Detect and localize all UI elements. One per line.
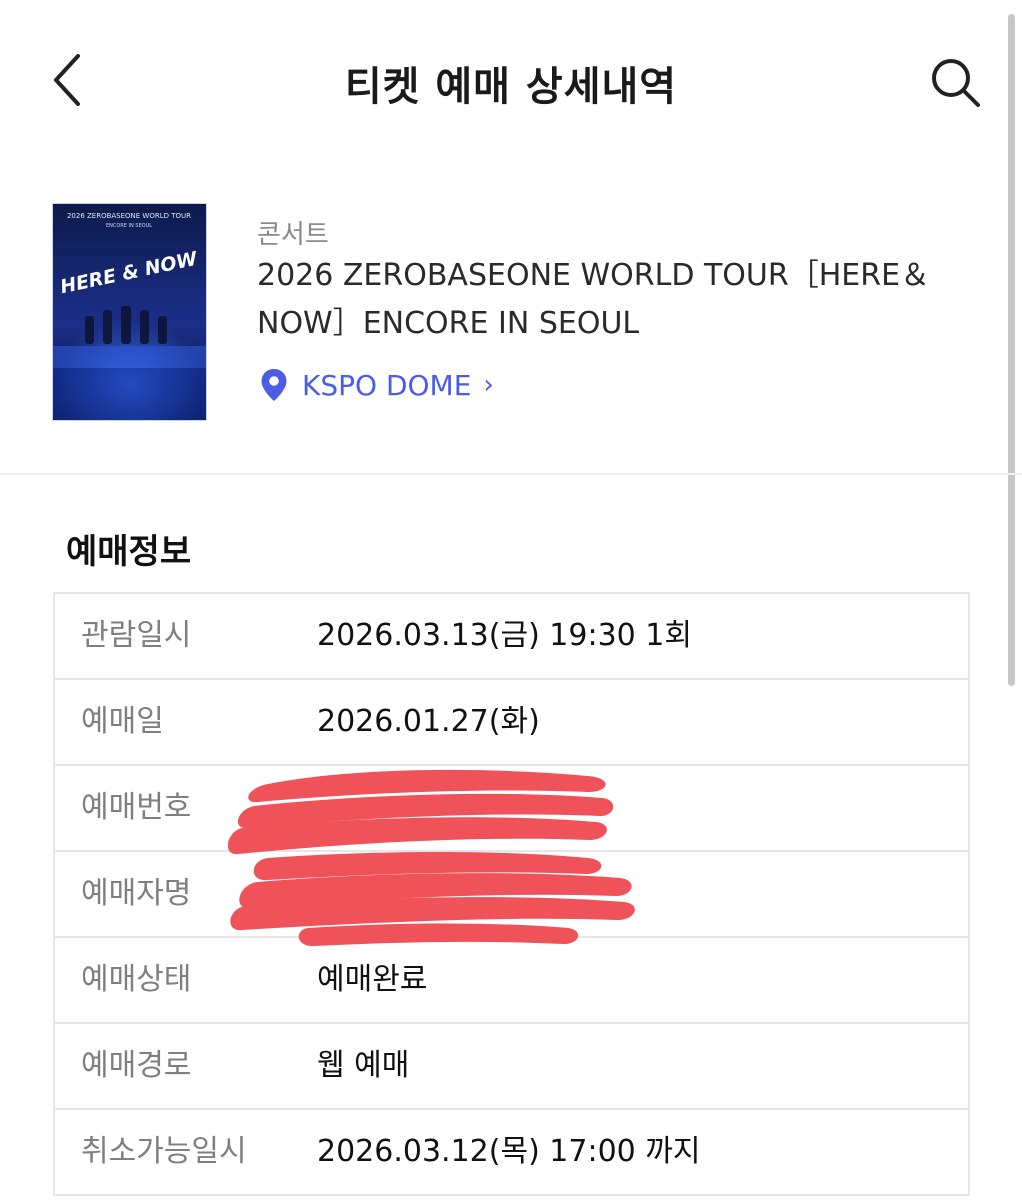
venue-name: KSPO DOME bbox=[302, 368, 472, 402]
page-title: 티켓 예매 상세내역 bbox=[344, 64, 678, 110]
row-value-view-datetime: 2026.03.13(금) 19:30 1회 bbox=[317, 618, 692, 653]
row-label-view-datetime: 관람일시 bbox=[81, 618, 192, 653]
table-row: 예매일 2026.01.27(화) bbox=[55, 680, 968, 766]
booking-info-title: 예매정보 bbox=[66, 532, 192, 572]
event-title: 2026 ZEROBASEONE WORLD TOUR［HERE＆NOW］ENC… bbox=[257, 258, 931, 341]
ticket-detail-page: 티켓 예매 상세내역 2026 ZEROBASEONE WORLD TOUR E… bbox=[0, 0, 1022, 1200]
poster-subheader-text: ENCORE IN SEOUL bbox=[106, 223, 152, 229]
table-row: 취소가능일시 2026.03.12(목) 17:00 까지 bbox=[55, 1110, 968, 1196]
location-pin-icon bbox=[261, 369, 287, 401]
poster-header-text: 2026 ZEROBASEONE WORLD TOUR bbox=[67, 212, 191, 220]
search-icon bbox=[932, 59, 980, 107]
row-value-cancel-deadline: 2026.03.12(목) 17:00 까지 bbox=[317, 1134, 701, 1169]
row-label-booking-channel: 예매경로 bbox=[81, 1048, 192, 1083]
row-label-booking-status: 예매상태 bbox=[81, 962, 192, 997]
poster-image: 2026 ZEROBASEONE WORLD TOUR ENCORE IN SE… bbox=[53, 204, 206, 420]
event-category: 콘서트 bbox=[257, 220, 329, 250]
section-divider bbox=[0, 473, 1022, 475]
row-label-cancel-deadline: 취소가능일시 bbox=[81, 1134, 247, 1169]
row-label-booking-number: 예매번호 bbox=[81, 790, 192, 825]
table-row: 관람일시 2026.03.13(금) 19:30 1회 bbox=[55, 594, 968, 680]
row-value-booking-date: 2026.01.27(화) bbox=[317, 704, 540, 739]
header: 티켓 예매 상세내역 bbox=[0, 0, 1022, 160]
chevron-right-icon: › bbox=[483, 370, 494, 400]
row-label-booker-name: 예매자명 bbox=[81, 876, 192, 911]
table-row: 예매경로 웹 예매 bbox=[55, 1024, 968, 1110]
event-poster: 2026 ZEROBASEONE WORLD TOUR ENCORE IN SE… bbox=[52, 203, 207, 421]
venue-link[interactable]: KSPO DOME › bbox=[260, 365, 494, 405]
row-value-booking-channel: 웹 예매 bbox=[317, 1048, 410, 1083]
row-label-booking-date: 예매일 bbox=[81, 704, 164, 739]
redaction-scribble bbox=[228, 769, 635, 947]
search-button[interactable] bbox=[926, 52, 986, 112]
